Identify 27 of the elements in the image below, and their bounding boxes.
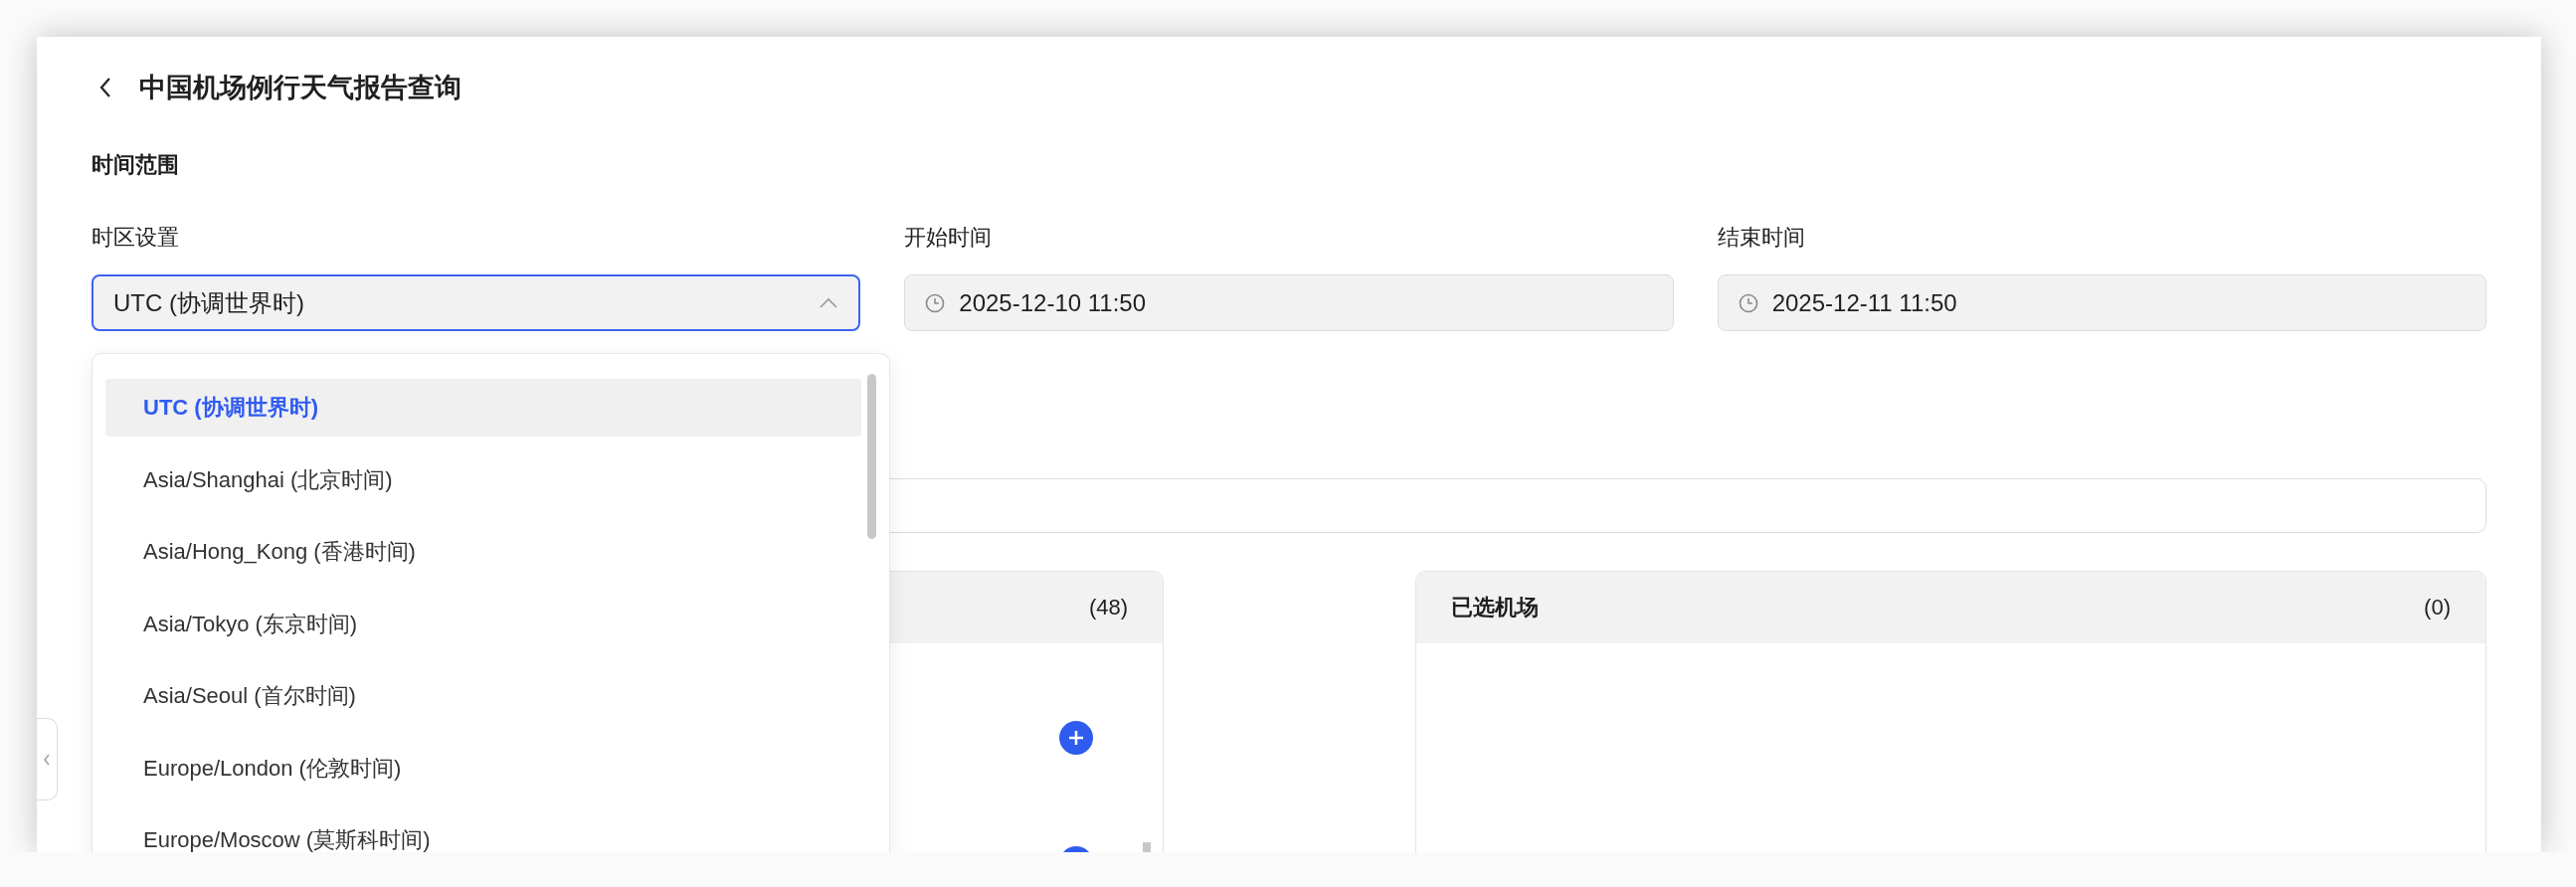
datetime-field[interactable]: 2025-12-11 11:50 (1717, 274, 2486, 331)
timezone-select[interactable]: UTC (协调世界时) (92, 274, 861, 331)
timezone-option[interactable]: Europe/London (伦敦时间) (105, 739, 861, 798)
airport-count: (0) (2424, 595, 2451, 621)
field-label: 结束时间 (1717, 224, 1805, 252)
clock-icon (1738, 292, 1758, 313)
section-title: 时间范围 (92, 151, 180, 179)
scrollbar[interactable] (867, 374, 876, 539)
field-label: 开始时间 (904, 224, 993, 252)
collapse-button[interactable] (37, 718, 58, 800)
clock-icon (925, 292, 946, 313)
timezone-option[interactable]: Asia/Seoul (首尔时间) (105, 667, 861, 725)
chevron-left-icon (43, 752, 51, 767)
datetime-field[interactable]: 2025-12-10 11:50 (904, 274, 1674, 331)
field-label: 时区设置 (92, 224, 179, 252)
airport-count: (48) (1088, 595, 1128, 621)
chevron-left-icon (98, 76, 112, 99)
timezone-option[interactable]: Asia/Hong_Kong (香港时间) (105, 523, 861, 581)
timezone-option[interactable]: UTC (协调世界时) (105, 379, 861, 437)
chevron-up-icon (819, 296, 839, 309)
timezone-option[interactable]: Asia/Tokyo (东京时间) (105, 595, 861, 653)
page-title: 中国机场例行天气报告查询 (139, 72, 461, 104)
panel-title: 已选机场 (1451, 594, 1539, 621)
timezone-option[interactable]: Europe/Moscow (莫斯科时间) (105, 811, 861, 852)
timezone-option[interactable]: Asia/Shanghai (北京时间) (105, 450, 861, 509)
plus-icon (1067, 729, 1085, 747)
add-button[interactable] (1059, 721, 1093, 755)
